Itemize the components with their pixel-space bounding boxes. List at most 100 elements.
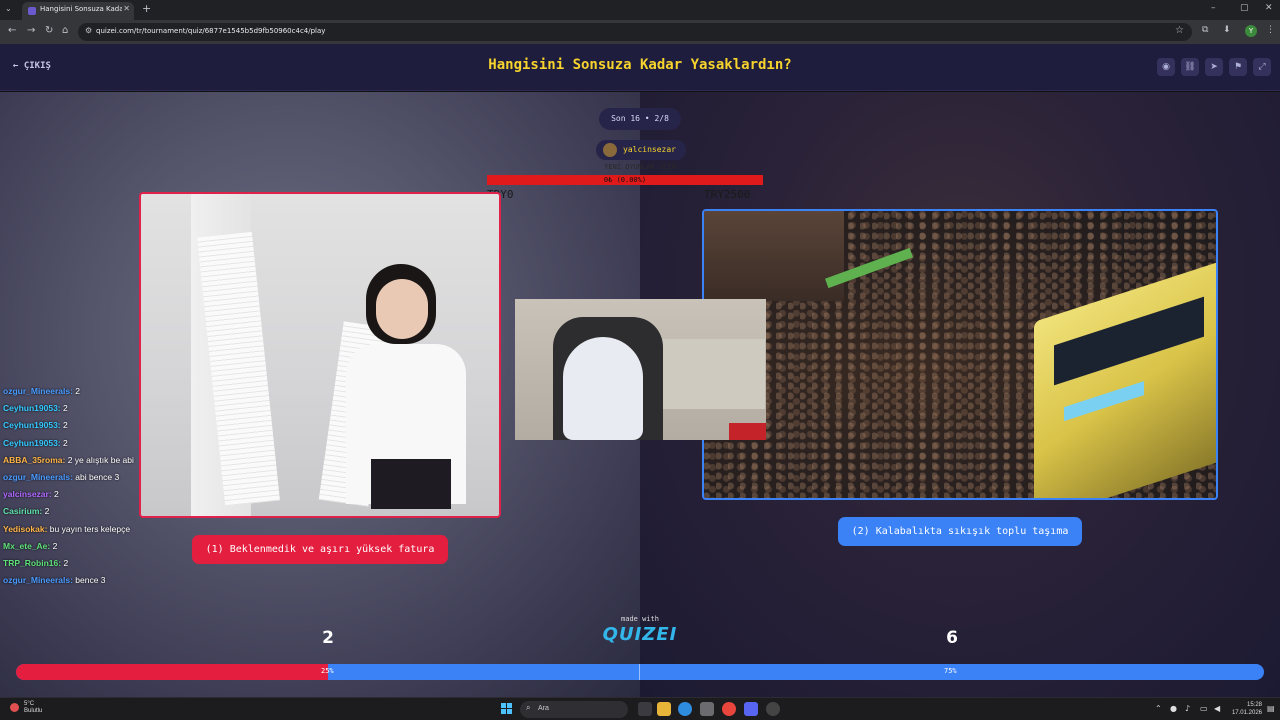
browser-toolbar: ← → ↻ ⌂ ⚙ quizei.com/tr/tournament/quiz/… xyxy=(0,20,1280,44)
chat-message: Ceyhun19053: 2 xyxy=(3,420,163,437)
chat-text: 2 ye alıştık be abi xyxy=(65,454,134,465)
edge-icon[interactable] xyxy=(678,702,692,716)
bookmark-star-icon[interactable]: ☆ xyxy=(1175,25,1184,36)
chat-overlay: ozgur_Mineerals: 2 Ceyhun19053: 2 Ceyhun19… xyxy=(3,386,163,592)
store-icon[interactable] xyxy=(700,702,714,716)
clock[interactable]: 15:28 17.01.2026 xyxy=(1228,701,1262,717)
chat-message: ozgur_Mineerals: abi bence 3 xyxy=(3,472,163,489)
quizei-logo: QUIZEI xyxy=(602,624,678,645)
reload-icon[interactable]: ↻ xyxy=(45,25,53,36)
downloads-icon[interactable]: ⬇ xyxy=(1223,25,1231,35)
option-1-vote-count: 2 xyxy=(322,628,334,648)
option-2-vote-count: 6 xyxy=(946,628,958,648)
eye-icon[interactable]: ◉ xyxy=(1157,58,1175,76)
weather-temp: 5°C xyxy=(24,701,35,707)
chat-message: ozgur_Mineerals: 2 xyxy=(3,386,163,403)
donation-goal-amount: 0₺ (0.00%) xyxy=(603,176,647,184)
site-info-icon[interactable]: ⚙ xyxy=(85,26,92,35)
weather-desc: Bulutlu xyxy=(24,708,43,714)
chat-username: TRP_Robin16: xyxy=(3,557,62,568)
fullscreen-icon[interactable]: ⤢ xyxy=(1253,58,1271,76)
minimize-icon[interactable]: – xyxy=(1211,3,1216,13)
home-icon[interactable]: ⌂ xyxy=(62,25,68,36)
made-with-text: made with xyxy=(621,615,659,623)
discord-icon[interactable] xyxy=(744,702,758,716)
pinboard xyxy=(655,339,765,409)
chat-text: 2 xyxy=(60,403,68,414)
notification-icon[interactable]: ▤ xyxy=(1267,704,1275,713)
chat-text: abi bence 3 xyxy=(72,471,120,482)
donation-goal-bar: 0₺ (0.00%) xyxy=(487,175,763,185)
tab-close-icon[interactable]: ✕ xyxy=(123,4,130,13)
chat-text: 2 xyxy=(60,437,68,448)
option-2-percent: 75% xyxy=(944,667,957,675)
task-view-icon[interactable] xyxy=(638,702,652,716)
tab-search-icon[interactable]: ⌄ xyxy=(5,4,12,13)
chat-username: ozgur_Mineerals: xyxy=(3,575,73,586)
option-2-image[interactable] xyxy=(702,209,1218,500)
chat-username: Mx_ete_Ae: xyxy=(3,540,51,551)
avatar xyxy=(603,143,617,157)
chat-text: 2 xyxy=(51,489,59,500)
obs-icon[interactable] xyxy=(766,702,780,716)
chat-username: Ceyhun19053: xyxy=(3,403,61,414)
red-object xyxy=(729,423,766,440)
chat-message: ABBA_35roma: 2 ye alıştık be abi xyxy=(3,455,163,472)
tray-app-icon[interactable]: ● xyxy=(1170,704,1177,713)
new-tab-icon[interactable]: + xyxy=(142,2,151,15)
chrome-icon[interactable] xyxy=(722,702,736,716)
option-1-result-fill xyxy=(16,664,328,680)
streamer xyxy=(563,337,643,440)
chat-text: bu yayın ters kelepçe xyxy=(47,523,131,534)
maximize-icon[interactable]: ▢ xyxy=(1240,3,1249,13)
profile-avatar[interactable]: Y xyxy=(1245,25,1257,37)
chat-message: ozgur_Mineerals: bence 3 xyxy=(3,575,163,592)
search-icon: ⌕ xyxy=(526,703,531,712)
extensions-icon[interactable]: ⧉ xyxy=(1202,25,1208,35)
result-divider xyxy=(639,664,640,680)
flag-icon[interactable]: ⚑ xyxy=(1229,58,1247,76)
chat-username: Ceyhun19053: xyxy=(3,437,61,448)
woman-skirt xyxy=(371,459,451,509)
back-arrow-icon[interactable]: ← xyxy=(8,25,16,36)
quiz-stage: Son 16 • 2/8 yalcinsezar YENİ OYUNLAR İÇ… xyxy=(0,92,1280,697)
building xyxy=(704,211,844,301)
window-close-icon[interactable]: ✕ xyxy=(1265,3,1273,13)
option-1-percent: 25% xyxy=(321,667,334,675)
browser-tab[interactable]: Hangisini Sonsuza Kadar Yasakla ✕ xyxy=(22,2,134,20)
tab-title: Hangisini Sonsuza Kadar Yasakla xyxy=(40,5,122,13)
volume-icon[interactable]: ◀ xyxy=(1214,704,1220,713)
chat-text: 2 xyxy=(72,386,80,396)
taskbar-search[interactable]: ⌕ Ara xyxy=(520,701,628,718)
network-icon[interactable]: ▭ xyxy=(1200,704,1208,713)
search-label: Ara xyxy=(538,705,549,712)
clock-date: 17.01.2026 xyxy=(1231,710,1262,716)
round-indicator: Son 16 • 2/8 xyxy=(599,108,681,130)
vote-result-bar: 25% 75% xyxy=(16,664,1264,680)
option-1-button[interactable]: (1) Beklenmedik ve aşırı yüksek fatura xyxy=(192,535,448,564)
bus-display xyxy=(1064,381,1144,422)
chat-message: Casirium: 2 xyxy=(3,506,163,523)
bus-window xyxy=(1054,296,1204,386)
chat-message: Ceyhun19053: 2 xyxy=(3,403,163,420)
chat-username: Ceyhun19053: xyxy=(3,420,61,431)
chat-text: bence 3 xyxy=(72,575,106,586)
chat-text: 2 xyxy=(42,506,50,517)
file-explorer-icon[interactable] xyxy=(657,702,671,716)
donation-goal-label: YENİ OYUNLAR İÇİN xyxy=(604,163,676,171)
option-1-image[interactable] xyxy=(139,192,501,518)
browser-tab-bar: ⌄ Hangisini Sonsuza Kadar Yasakla ✕ + – … xyxy=(0,0,1280,20)
microphone-icon[interactable]: ♪ xyxy=(1185,704,1190,713)
forward-arrow-icon[interactable]: → xyxy=(27,25,35,36)
url-text: quizei.com/tr/tournament/quiz/6877e1545b… xyxy=(96,27,326,35)
weather-icon xyxy=(10,703,19,712)
send-icon[interactable]: ➤ xyxy=(1205,58,1223,76)
option-2-button[interactable]: (2) Kalabalıkta sıkışık toplu taşıma xyxy=(838,517,1082,546)
chat-message: Yedisokak: bu yayın ters kelepçe xyxy=(3,524,163,541)
tray-expand-icon[interactable]: ⌃ xyxy=(1155,704,1162,713)
browser-menu-icon[interactable]: ⋮ xyxy=(1266,25,1275,35)
link-icon[interactable]: ⛓ xyxy=(1181,58,1199,76)
windows-start-icon[interactable] xyxy=(501,703,513,715)
address-bar[interactable]: ⚙ quizei.com/tr/tournament/quiz/6877e154… xyxy=(78,23,1192,41)
chat-username: ABBA_35roma: xyxy=(3,454,66,465)
